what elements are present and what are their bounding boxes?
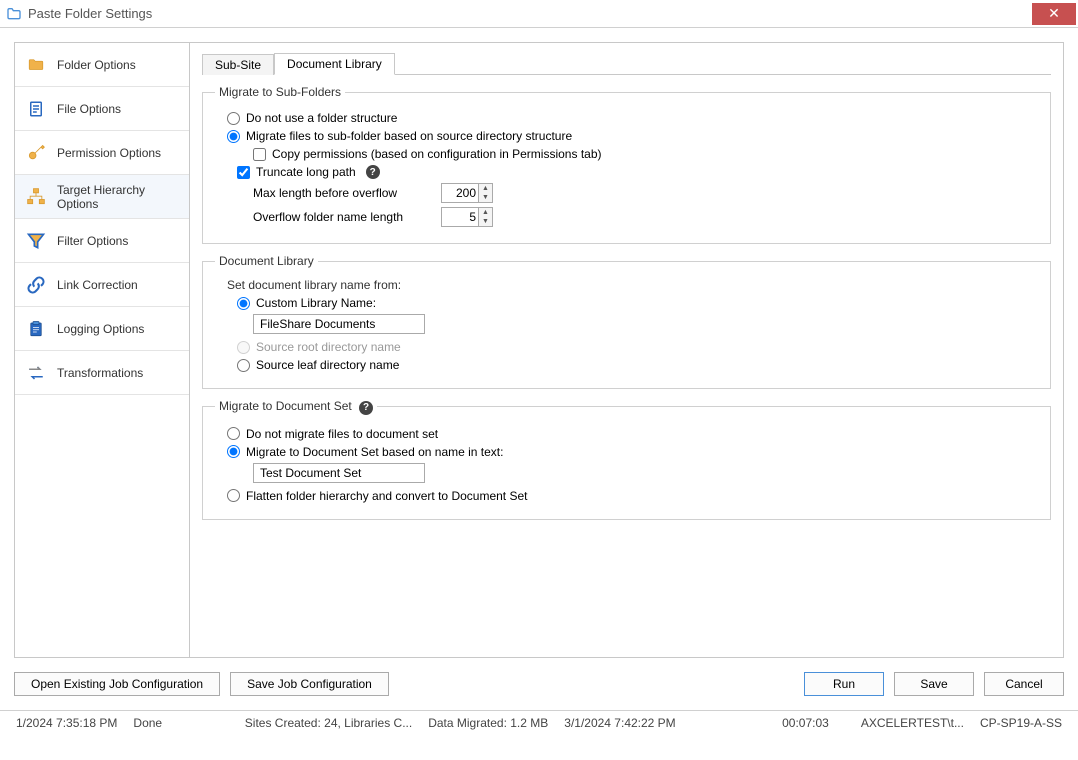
- radio-docset-flatten[interactable]: [227, 489, 240, 502]
- spinner-buttons[interactable]: ▲▼: [478, 184, 492, 202]
- radio-no-folder-structure[interactable]: [227, 112, 240, 125]
- status-user: AXCELERTEST\t...: [853, 716, 972, 730]
- tab-sub-site[interactable]: Sub-Site: [202, 54, 274, 75]
- label-truncate-path: Truncate long path: [256, 165, 356, 179]
- label-max-length: Max length before overflow: [253, 186, 433, 200]
- hierarchy-icon: [25, 186, 47, 208]
- folder-icon: [6, 6, 22, 22]
- radio-custom-library-name[interactable]: [237, 297, 250, 310]
- label-no-folder-structure: Do not use a folder structure: [246, 111, 397, 125]
- check-truncate-path[interactable]: [237, 166, 250, 179]
- sidebar-item-target-hierarchy[interactable]: Target Hierarchy Options: [15, 175, 189, 219]
- sidebar-item-label: File Options: [57, 102, 121, 116]
- sidebar-item-label: Link Correction: [57, 278, 138, 292]
- status-elapsed: 00:07:03: [774, 716, 837, 730]
- filter-icon: [25, 230, 47, 252]
- radio-docset-none[interactable]: [227, 427, 240, 440]
- content-panel: Sub-Site Document Library Migrate to Sub…: [190, 42, 1064, 658]
- status-data: Data Migrated: 1.2 MB: [420, 716, 556, 730]
- status-time2: 3/1/2024 7:42:22 PM: [556, 716, 683, 730]
- label-copy-permissions: Copy permissions (based on configuration…: [272, 147, 602, 161]
- window-title: Paste Folder Settings: [28, 6, 1032, 21]
- legend-subfolders: Migrate to Sub-Folders: [215, 85, 345, 99]
- key-icon: [25, 142, 47, 164]
- clipboard-icon: [25, 318, 47, 340]
- group-document-library: Document Library Set document library na…: [202, 254, 1051, 389]
- label-docset-none: Do not migrate files to document set: [246, 427, 438, 441]
- transform-icon: [25, 362, 47, 384]
- sidebar-item-logging-options[interactable]: Logging Options: [15, 307, 189, 351]
- status-sites: Sites Created: 24, Libraries C...: [237, 716, 420, 730]
- sidebar-item-label: Transformations: [57, 366, 143, 380]
- input-docset-name[interactable]: [253, 463, 425, 483]
- help-icon[interactable]: ?: [366, 165, 380, 179]
- help-icon[interactable]: ?: [359, 401, 373, 415]
- cancel-button[interactable]: Cancel: [984, 672, 1064, 696]
- sidebar-item-permission-options[interactable]: Permission Options: [15, 131, 189, 175]
- label-overflow-length: Overflow folder name length: [253, 210, 433, 224]
- tab-document-library[interactable]: Document Library: [274, 53, 395, 75]
- sidebar-item-label: Logging Options: [57, 322, 144, 336]
- folder-icon: [25, 54, 47, 76]
- link-icon: [25, 274, 47, 296]
- label-custom-library-name: Custom Library Name:: [256, 296, 376, 310]
- sidebar-item-file-options[interactable]: File Options: [15, 87, 189, 131]
- status-server: CP-SP19-A-SS: [972, 716, 1070, 730]
- title-bar: Paste Folder Settings ✕: [0, 0, 1078, 28]
- tabs: Sub-Site Document Library: [202, 53, 1051, 75]
- legend-docset-text: Migrate to Document Set: [219, 399, 352, 413]
- document-icon: [25, 98, 47, 120]
- input-custom-library-name[interactable]: [253, 314, 425, 334]
- check-copy-permissions[interactable]: [253, 148, 266, 161]
- group-migrate-docset: Migrate to Document Set ? Do not migrate…: [202, 399, 1051, 520]
- radio-docset-migrate[interactable]: [227, 445, 240, 458]
- save-job-button[interactable]: Save Job Configuration: [230, 672, 389, 696]
- group-migrate-subfolders: Migrate to Sub-Folders Do not use a fold…: [202, 85, 1051, 244]
- sidebar-item-link-correction[interactable]: Link Correction: [15, 263, 189, 307]
- label-docset-flatten: Flatten folder hierarchy and convert to …: [246, 489, 527, 503]
- close-button[interactable]: ✕: [1032, 3, 1076, 25]
- status-done: Done: [125, 716, 170, 730]
- sidebar-item-folder-options[interactable]: Folder Options: [15, 43, 189, 87]
- sidebar-item-filter-options[interactable]: Filter Options: [15, 219, 189, 263]
- button-row: Open Existing Job Configuration Save Job…: [14, 672, 1064, 696]
- radio-migrate-subfolder[interactable]: [227, 130, 240, 143]
- sidebar-item-label: Permission Options: [57, 146, 161, 160]
- save-button[interactable]: Save: [894, 672, 974, 696]
- open-job-button[interactable]: Open Existing Job Configuration: [14, 672, 220, 696]
- label-migrate-subfolder: Migrate files to sub-folder based on sou…: [246, 129, 572, 143]
- legend-doclib: Document Library: [215, 254, 318, 268]
- sidebar-item-label: Filter Options: [57, 234, 128, 248]
- sidebar: Folder Options File Options Permission O…: [14, 42, 190, 658]
- label-source-root: Source root directory name: [256, 340, 401, 354]
- status-time1: 1/2024 7:35:18 PM: [8, 716, 125, 730]
- label-set-from: Set document library name from:: [227, 278, 1038, 292]
- sidebar-item-label: Folder Options: [57, 58, 136, 72]
- status-bar: 1/2024 7:35:18 PM Done Sites Created: 24…: [0, 710, 1078, 734]
- sidebar-item-transformations[interactable]: Transformations: [15, 351, 189, 395]
- label-source-leaf: Source leaf directory name: [256, 358, 399, 372]
- sidebar-item-label: Target Hierarchy Options: [57, 183, 179, 211]
- legend-docset: Migrate to Document Set ?: [215, 399, 377, 415]
- radio-source-leaf[interactable]: [237, 359, 250, 372]
- spinner-buttons[interactable]: ▲▼: [478, 208, 492, 226]
- radio-source-root: [237, 341, 250, 354]
- label-docset-migrate: Migrate to Document Set based on name in…: [246, 445, 503, 459]
- run-button[interactable]: Run: [804, 672, 884, 696]
